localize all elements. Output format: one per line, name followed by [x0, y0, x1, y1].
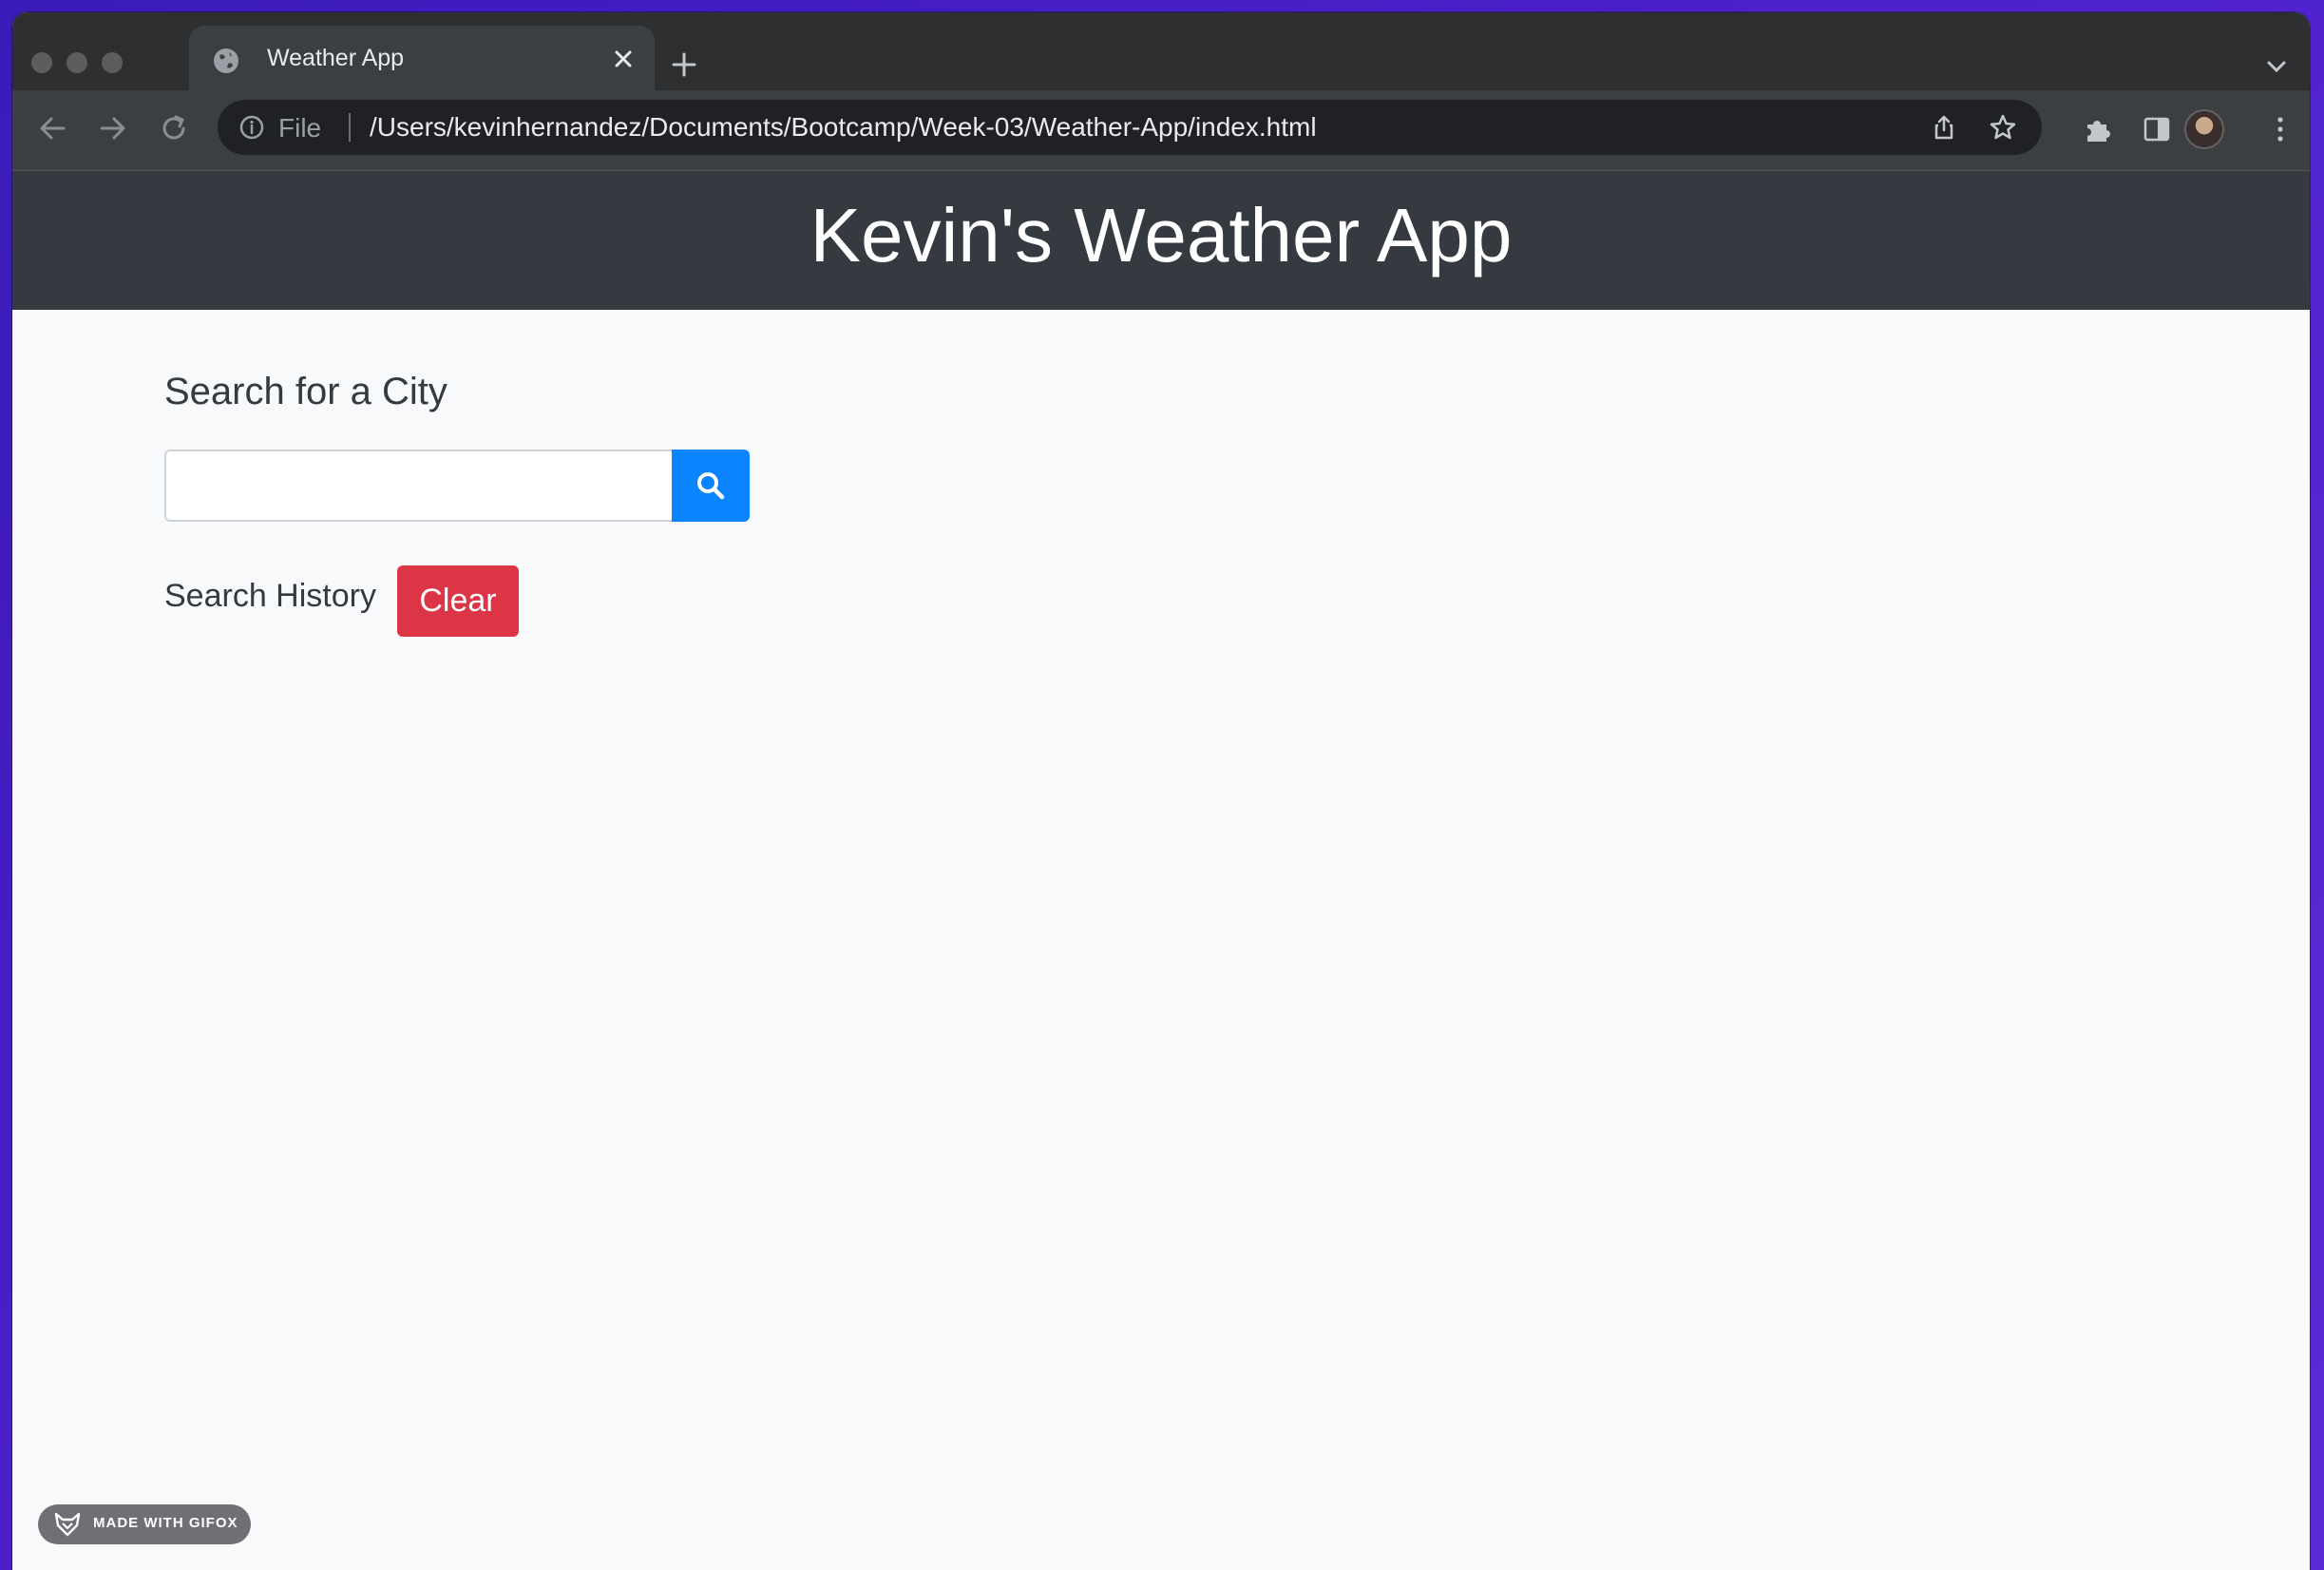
search-history-label: Search History	[164, 578, 376, 614]
fox-icon	[54, 1512, 81, 1537]
extensions-icon[interactable]	[2082, 113, 2114, 145]
search-heading: Search for a City	[164, 371, 448, 412]
app-header: Kevin's Weather App	[12, 171, 2310, 310]
chevron-down-icon[interactable]	[2264, 54, 2289, 79]
globe-icon	[214, 48, 238, 73]
url-scheme-label: File	[278, 113, 322, 143]
info-icon[interactable]	[238, 114, 265, 141]
page-content: Kevin's Weather App Search for a City Se…	[12, 171, 2310, 1570]
star-icon[interactable]	[1989, 113, 2017, 142]
search-button[interactable]	[672, 450, 750, 522]
window-zoom-dot[interactable]	[102, 52, 123, 73]
window-close-dot[interactable]	[31, 52, 52, 73]
city-search-input[interactable]	[164, 450, 674, 522]
page-title: Kevin's Weather App	[810, 193, 1513, 278]
clear-history-button[interactable]: Clear	[397, 565, 519, 637]
url-separator	[349, 113, 351, 142]
gifox-badge-text: MADE WITH GIFOX	[93, 1515, 238, 1531]
address-bar[interactable]: File /Users/kevinhernandez/Documents/Boo…	[218, 100, 2042, 155]
side-panel-icon[interactable]	[2141, 113, 2173, 145]
tab-weather-app[interactable]: Weather App	[189, 26, 655, 92]
profile-avatar[interactable]	[2184, 109, 2224, 149]
tab-strip: Weather App	[12, 12, 2310, 92]
browser-window: Weather App File /Users/kevinhernandez/D…	[12, 12, 2310, 1570]
window-minimize-dot[interactable]	[67, 52, 87, 73]
reload-icon[interactable]	[157, 111, 191, 145]
browser-toolbar: File /Users/kevinhernandez/Documents/Boo…	[12, 90, 2310, 171]
plus-icon[interactable]	[670, 50, 698, 79]
search-icon	[697, 472, 725, 500]
share-icon[interactable]	[1930, 113, 1958, 142]
tab-title: Weather App	[267, 45, 405, 71]
close-icon[interactable]	[609, 45, 638, 73]
url-text[interactable]: /Users/kevinhernandez/Documents/Bootcamp…	[370, 112, 1317, 143]
gifox-badge: MADE WITH GIFOX	[38, 1504, 251, 1544]
more-icon[interactable]	[2264, 113, 2296, 145]
forward-icon[interactable]	[96, 111, 130, 145]
back-icon[interactable]	[35, 111, 69, 145]
